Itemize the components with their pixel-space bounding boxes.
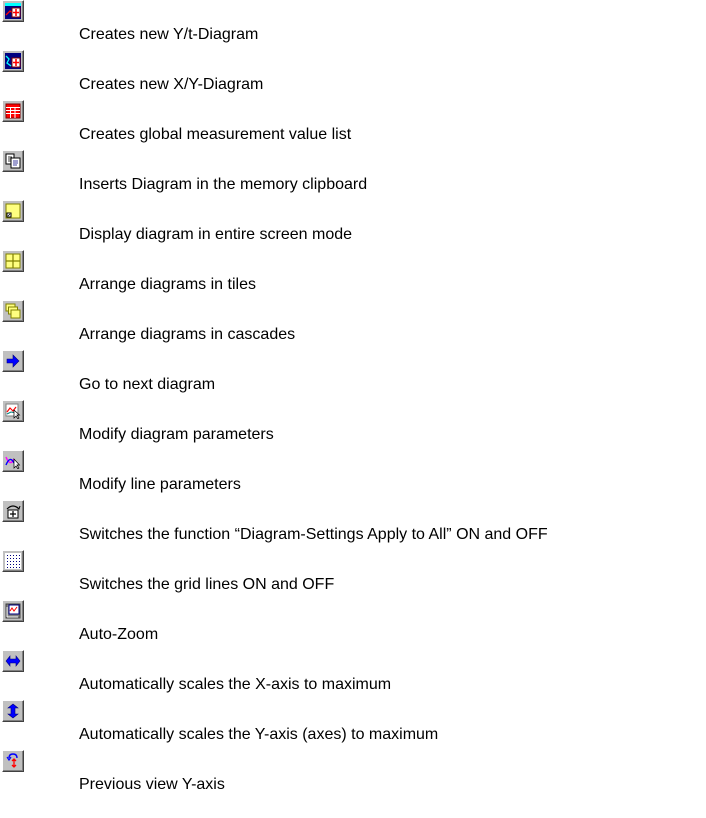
toolbar-reference-row: Modify diagram parameters: [0, 400, 706, 450]
item-label: Display diagram in entire screen mode: [79, 226, 353, 243]
scale-x-icon[interactable]: [2, 650, 24, 672]
cascade-icon[interactable]: [2, 300, 24, 322]
tile-icon[interactable]: [2, 250, 24, 272]
item-label: Arrange diagrams in cascades: [79, 326, 296, 343]
toolbar-reference-row: Arrange diagrams in cascades: [0, 300, 706, 350]
line-params-icon[interactable]: [2, 450, 24, 472]
toolbar-reference-row: Auto-Zoom: [0, 600, 706, 650]
item-label: Switches the grid lines ON and OFF: [79, 576, 335, 593]
toolbar-reference-row: Switches the grid lines ON and OFF: [0, 550, 706, 600]
toolbar-reference-row: Automatically scales the X-axis to maxim…: [0, 650, 706, 700]
clipboard-copy-icon[interactable]: [2, 150, 24, 172]
toolbar-reference-row: Go to next diagram: [0, 350, 706, 400]
toolbar-reference-row: Switches the function “Diagram-Settings …: [0, 500, 706, 550]
auto-zoom-icon[interactable]: [2, 600, 24, 622]
grid-icon[interactable]: [2, 550, 24, 572]
item-label: Creates new Y/t-Diagram: [79, 26, 259, 43]
next-arrow-icon[interactable]: [2, 350, 24, 372]
toolbar-reference-row: Creates new Y/t-Diagram: [0, 0, 706, 50]
item-label: Inserts Diagram in the memory clipboard: [79, 176, 368, 193]
toolbar-reference-row: Automatically scales the Y-axis (axes) t…: [0, 700, 706, 750]
toolbar-reference-row: Creates new X/Y-Diagram: [0, 50, 706, 100]
toolbar-reference-row: Arrange diagrams in tiles: [0, 250, 706, 300]
item-label: Switches the function “Diagram-Settings …: [79, 526, 548, 543]
new-yt-diagram-icon[interactable]: [2, 0, 24, 22]
item-label: Automatically scales the Y-axis (axes) t…: [79, 726, 439, 743]
new-xy-diagram-icon[interactable]: [2, 50, 24, 72]
toolbar-reference-row: Previous view Y-axis: [0, 750, 706, 800]
item-label: Creates global measurement value list: [79, 126, 352, 143]
toolbar-reference-row: Display diagram in entire screen mode: [0, 200, 706, 250]
toolbar-reference-row: Creates global measurement value list: [0, 100, 706, 150]
apply-all-icon[interactable]: [2, 500, 24, 522]
item-label: Previous view Y-axis: [79, 776, 225, 793]
measurement-list-icon[interactable]: [2, 100, 24, 122]
toolbar-reference-row: Inserts Diagram in the memory clipboard: [0, 150, 706, 200]
item-label: Auto-Zoom: [79, 626, 159, 643]
item-label: Creates new X/Y-Diagram: [79, 76, 264, 93]
item-label: Modify diagram parameters: [79, 426, 274, 443]
item-label: Arrange diagrams in tiles: [79, 276, 256, 293]
toolbar-reference-row: Modify line parameters: [0, 450, 706, 500]
item-label: Modify line parameters: [79, 476, 241, 493]
item-label: Go to next diagram: [79, 376, 216, 393]
previous-view-y-icon[interactable]: [2, 750, 24, 772]
scale-y-icon[interactable]: [2, 700, 24, 722]
item-label: Automatically scales the X-axis to maxim…: [79, 676, 392, 693]
fullscreen-icon[interactable]: [2, 200, 24, 222]
diagram-params-icon[interactable]: [2, 400, 24, 422]
